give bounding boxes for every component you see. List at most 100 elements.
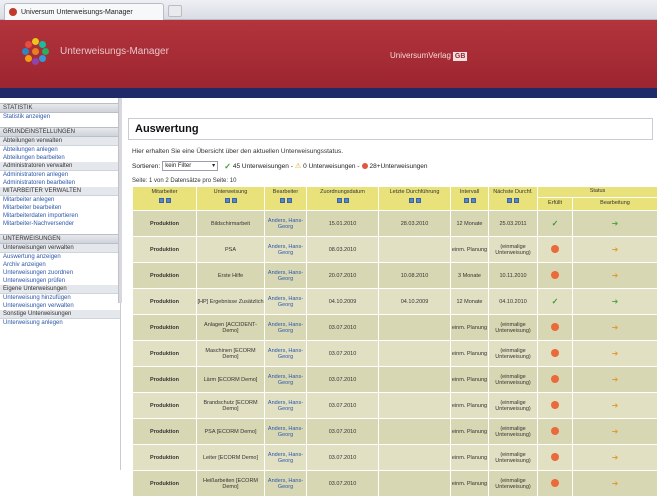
cell-editor-link[interactable]: Anders, Hans-Georg — [265, 315, 307, 341]
table-row[interactable]: Produktion[HP] Ergebnisse ZusätzlichAnde… — [133, 289, 657, 315]
table-row[interactable]: ProduktionErste HilfeAnders, Hans-Georg2… — [133, 263, 657, 289]
sidebar-link[interactable]: Administratoren anlegen — [0, 171, 120, 179]
arrow-right-icon[interactable]: ➜ — [612, 479, 619, 488]
table-row[interactable]: ProduktionPSAAnders, Hans-Georg08.03.201… — [133, 237, 657, 263]
arrow-right-icon[interactable]: ➜ — [612, 401, 619, 410]
sidebar-link[interactable]: Administratoren bearbeiten — [0, 179, 120, 187]
sort-asc-icon[interactable] — [464, 198, 469, 203]
table-row[interactable]: ProduktionHeißarbeiten [ECORM Demo]Ander… — [133, 471, 657, 497]
sidebar-link[interactable]: Statistik anzeigen — [0, 113, 120, 121]
cell-editor-link[interactable]: Anders, Hans-Georg — [265, 445, 307, 471]
cell-next-date: (einmalige Unterweisung) — [489, 471, 538, 497]
column-header[interactable]: Unterweisung — [197, 187, 265, 211]
arrow-right-icon[interactable]: ➜ — [612, 219, 619, 228]
sort-asc-icon[interactable] — [280, 198, 285, 203]
cell-action[interactable]: ➜ — [573, 393, 657, 419]
cell-action[interactable]: ➜ — [573, 471, 657, 497]
sort-icons — [451, 198, 488, 205]
red-status-icon — [551, 479, 559, 487]
column-header-label: Nächste Durchf. — [493, 189, 532, 195]
cell-editor-link[interactable]: Anders, Hans-Georg — [265, 367, 307, 393]
cell-editor-link[interactable]: Anders, Hans-Georg — [265, 237, 307, 263]
cell-action[interactable]: ➜ — [573, 237, 657, 263]
arrow-right-icon[interactable]: ➜ — [612, 427, 619, 436]
cell-editor-link[interactable]: Anders, Hans-Georg — [265, 263, 307, 289]
sort-desc-icon[interactable] — [471, 198, 476, 203]
cell-action[interactable]: ➜ — [573, 419, 657, 445]
new-tab-button[interactable] — [168, 5, 182, 17]
arrow-right-icon[interactable]: ➜ — [612, 271, 619, 280]
sort-desc-icon[interactable] — [166, 198, 171, 203]
cell-action[interactable]: ➜ — [573, 341, 657, 367]
table-row[interactable]: ProduktionAnlagen [ACCIDENT-Demo]Anders,… — [133, 315, 657, 341]
cell-editor-link[interactable]: Anders, Hans-Georg — [265, 471, 307, 497]
cell-action[interactable]: ➜ — [573, 211, 657, 237]
sidebar-link[interactable]: Mitarbeiter-Nachversender — [0, 220, 120, 228]
table-row[interactable]: ProduktionLeiter [ECORM Demo]Anders, Han… — [133, 445, 657, 471]
sidebar-subheading: Abteilungen verwalten — [0, 137, 120, 146]
cell-action[interactable]: ➜ — [573, 315, 657, 341]
column-header[interactable]: Bearbeiter — [265, 187, 307, 211]
column-header[interactable]: Letzte Durchführung — [379, 187, 451, 211]
table-row[interactable]: ProduktionMaschinen [ECORM Demo]Anders, … — [133, 341, 657, 367]
sidebar-scrollbar[interactable] — [118, 98, 122, 303]
column-header[interactable]: Intervall — [451, 187, 489, 211]
filter-select[interactable]: kein Filter▾ — [162, 161, 218, 171]
arrow-right-icon[interactable]: ➜ — [612, 323, 619, 332]
column-header[interactable]: Zuordnungsdatum — [307, 187, 379, 211]
cell-action[interactable]: ➜ — [573, 263, 657, 289]
pager[interactable]: Seite: 1 von 2 Datensätze pro Seite: 10 — [132, 178, 236, 184]
sidebar-link[interactable]: Mitarbeiter bearbeiten — [0, 204, 120, 212]
cell-editor-link[interactable]: Anders, Hans-Georg — [265, 341, 307, 367]
arrow-right-icon[interactable]: ➜ — [612, 297, 619, 306]
arrow-right-icon[interactable]: ➜ — [612, 375, 619, 384]
table-row[interactable]: ProduktionLärm [ECORM Demo]Anders, Hans-… — [133, 367, 657, 393]
sidebar-link[interactable]: Unterweisung anlegen — [0, 319, 120, 327]
sidebar-link[interactable]: Unterweisungen zuordnen — [0, 269, 120, 277]
sort-desc-icon[interactable] — [416, 198, 421, 203]
sort-asc-icon[interactable] — [159, 198, 164, 203]
cell-action[interactable]: ➜ — [573, 367, 657, 393]
arrow-right-icon[interactable]: ➜ — [612, 245, 619, 254]
cell-editor-link[interactable]: Anders, Hans-Georg — [265, 289, 307, 315]
sidebar-link[interactable]: Unterweisungen verwalten — [0, 302, 120, 310]
table-row[interactable]: ProduktionPSA [ECORM Demo]Anders, Hans-G… — [133, 419, 657, 445]
cell-employee: Produktion — [133, 341, 197, 367]
cell-editor-link[interactable]: Anders, Hans-Georg — [265, 211, 307, 237]
table-header-row: MitarbeiterUnterweisungBearbeiterZuordnu… — [133, 187, 657, 198]
cell-action[interactable]: ➜ — [573, 289, 657, 315]
sidebar-link[interactable]: Unterweisungen prüfen — [0, 277, 120, 285]
sort-desc-icon[interactable] — [514, 198, 519, 203]
filter-select-value: kein Filter — [165, 163, 191, 169]
sort-desc-icon[interactable] — [344, 198, 349, 203]
column-header[interactable]: Nächste Durchf. — [489, 187, 538, 211]
cell-editor-link[interactable]: Anders, Hans-Georg — [265, 419, 307, 445]
browser-tab[interactable]: Universum Unterweisungs-Manager — [4, 3, 164, 20]
sort-asc-icon[interactable] — [337, 198, 342, 203]
column-header[interactable]: Mitarbeiter — [133, 187, 197, 211]
logo-dot — [25, 41, 32, 48]
sidebar-link[interactable]: Unterweisung hinzufügen — [0, 294, 120, 302]
cell-interval: einm. Planung — [451, 445, 489, 471]
table-row[interactable]: ProduktionBildschirmarbeitAnders, Hans-G… — [133, 211, 657, 237]
table-row[interactable]: ProduktionBrandschutz [ECORM Demo]Anders… — [133, 393, 657, 419]
cell-employee: Produktion — [133, 445, 197, 471]
arrow-right-icon[interactable]: ➜ — [612, 349, 619, 358]
sidebar-link[interactable]: Abteilungen anlegen — [0, 146, 120, 154]
sidebar-link[interactable]: Mitarbeiterdaten importieren — [0, 212, 120, 220]
sidebar-link[interactable]: Abteilungen bearbeiten — [0, 154, 120, 162]
sort-desc-icon[interactable] — [287, 198, 292, 203]
cell-action[interactable]: ➜ — [573, 445, 657, 471]
cell-topic: Lärm [ECORM Demo] — [197, 367, 265, 393]
cell-next-date: (einmalige Unterweisung) — [489, 237, 538, 263]
sort-desc-icon[interactable] — [232, 198, 237, 203]
sidebar-link[interactable]: Mitarbeiter anlegen — [0, 196, 120, 204]
arrow-right-icon[interactable]: ➜ — [612, 453, 619, 462]
sort-asc-icon[interactable] — [225, 198, 230, 203]
cell-editor-link[interactable]: Anders, Hans-Georg — [265, 393, 307, 419]
sidebar-link[interactable]: Auswertung anzeigen — [0, 253, 120, 261]
sort-icons — [379, 198, 450, 205]
sort-asc-icon[interactable] — [409, 198, 414, 203]
sidebar-link[interactable]: Archiv anzeigen — [0, 261, 120, 269]
sort-asc-icon[interactable] — [507, 198, 512, 203]
